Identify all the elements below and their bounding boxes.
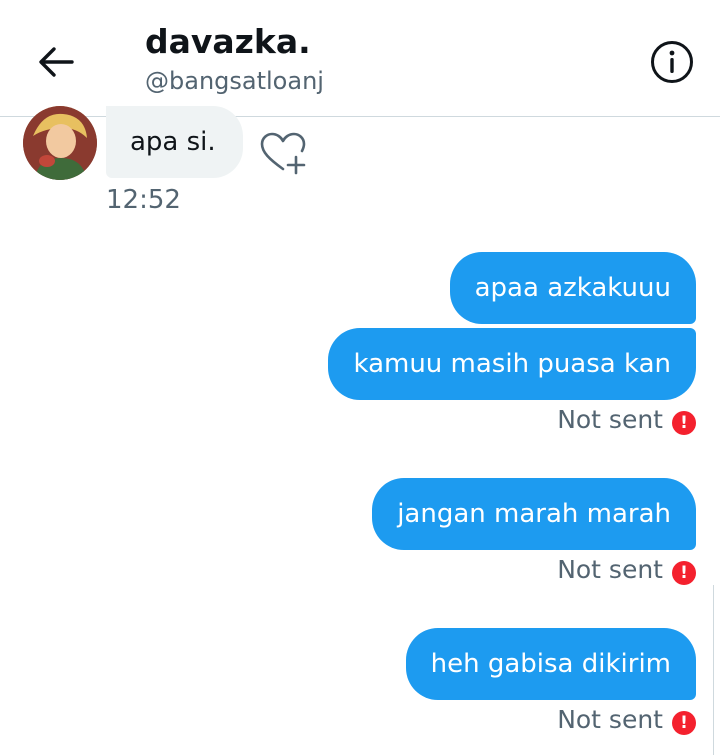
status-text: Not sent (557, 705, 663, 734)
sent-message-bubble[interactable]: kamuu masih puasa kan (328, 328, 696, 400)
back-button[interactable] (32, 38, 80, 86)
user-handle: @bangsatloanj (145, 67, 324, 95)
heart-plus-icon (260, 132, 306, 175)
status-text: Not sent (557, 405, 663, 434)
error-icon: ! (672, 711, 696, 735)
error-icon: ! (672, 411, 696, 435)
send-status[interactable]: Not sent ! (557, 703, 696, 737)
display-name: davazka. (145, 22, 311, 61)
avatar-image (23, 106, 97, 180)
react-button[interactable] (259, 131, 309, 177)
sent-message-bubble[interactable]: jangan marah marah (372, 478, 696, 550)
sent-message-bubble[interactable]: heh gabisa dikirim (405, 628, 696, 700)
sent-message-bubble[interactable]: apaa azkakuuu (449, 252, 696, 324)
arrow-left-icon (39, 47, 74, 77)
received-message-bubble[interactable]: apa si. (106, 106, 243, 178)
avatar[interactable] (23, 106, 97, 180)
send-status[interactable]: Not sent ! (557, 553, 696, 587)
status-text: Not sent (557, 555, 663, 584)
send-status[interactable]: Not sent ! (557, 403, 696, 437)
info-circle-icon (651, 41, 693, 83)
dm-conversation-screen: davazka. @bangsatloanj apa si. 12:52 apa… (0, 0, 720, 755)
info-button[interactable] (648, 38, 696, 86)
error-icon: ! (672, 561, 696, 585)
conversation-title[interactable]: davazka. @bangsatloanj (145, 22, 324, 98)
message-timestamp: 12:52 (106, 185, 181, 215)
conversation-header: davazka. @bangsatloanj (0, 0, 720, 117)
scrollbar[interactable] (713, 585, 717, 755)
